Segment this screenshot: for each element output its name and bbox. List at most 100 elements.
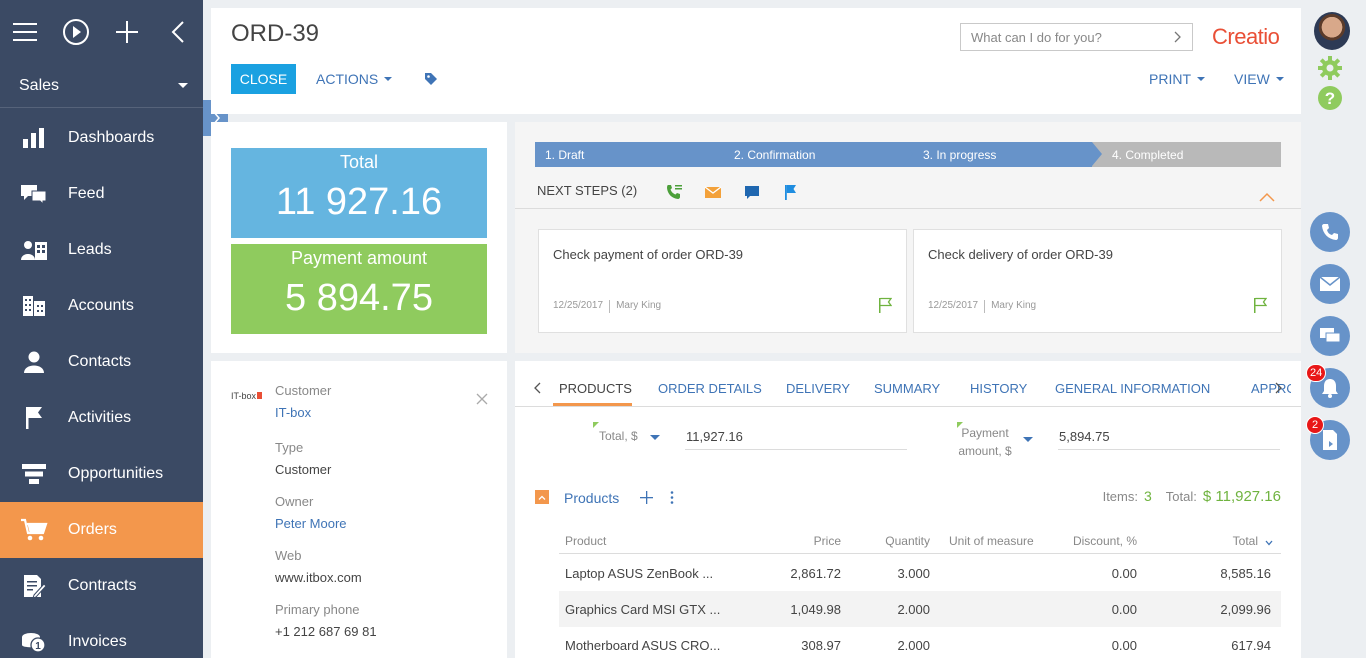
nav-item-orders[interactable]: Orders [0, 502, 203, 558]
nav-item-feed[interactable]: Feed [0, 166, 203, 222]
products-section-title[interactable]: Products [564, 490, 619, 506]
table-cell: 2,861.72 [790, 566, 841, 581]
nav-item-label: Feed [68, 185, 105, 202]
chevron-left-icon[interactable] [533, 382, 541, 394]
task-card[interactable]: Check delivery of order ORD-39 12/25/2017… [913, 229, 1282, 333]
tab-order-details[interactable]: ORDER DETAILS [658, 381, 762, 396]
active-tab-indicator [553, 403, 632, 406]
tab-general-information[interactable]: GENERAL INFORMATION [1055, 381, 1210, 396]
next-steps-label[interactable]: NEXT STEPS (2) [537, 183, 637, 198]
nav-item-label: Dashboards [68, 129, 155, 146]
chevron-right-icon[interactable] [1275, 382, 1283, 394]
task-title[interactable]: Check delivery of order ORD-39 [928, 247, 1113, 262]
table-cell: 2,099.96 [1220, 602, 1271, 617]
plus-icon[interactable] [640, 491, 653, 504]
email-icon[interactable] [704, 183, 722, 201]
customer-card: IT-box Customer IT-box Type Customer Owner Pe… [211, 361, 507, 658]
column-header-total[interactable]: Total [1233, 534, 1258, 548]
field-value: www.itbox.com [275, 570, 362, 585]
actions-button[interactable]: ACTIONS [316, 64, 393, 94]
stage-1[interactable]: 1. Draft [535, 142, 724, 167]
collapse-nav-button[interactable] [152, 0, 203, 64]
task-meta: 12/25/2017 Mary King [553, 300, 661, 313]
field-value[interactable]: IT-box [275, 405, 331, 420]
column-header-discount-[interactable]: Discount, % [1073, 534, 1137, 548]
stage-2[interactable]: 2. Confirmation [714, 142, 913, 167]
sort-desc-icon[interactable] [1265, 534, 1273, 549]
total-sum-value: $ 11,927.16 [1202, 488, 1281, 505]
tab-history[interactable]: HISTORY [970, 381, 1027, 396]
run-process-button[interactable] [51, 0, 102, 64]
orders-icon [0, 502, 68, 558]
task-owner: Mary King [616, 300, 662, 311]
field-type: Type Customer [275, 440, 331, 477]
print-button[interactable]: PRINT [1149, 64, 1205, 94]
tab-products[interactable]: PRODUCTS [559, 381, 632, 396]
feed-message-icon[interactable] [743, 183, 761, 201]
flag-icon[interactable] [1253, 297, 1267, 313]
field-value[interactable]: Peter Moore [275, 516, 347, 531]
task-title[interactable]: Check payment of order ORD-39 [553, 247, 743, 262]
nav-item-activities[interactable]: Activities [0, 390, 203, 446]
close-button[interactable]: CLOSE [231, 64, 296, 94]
view-button[interactable]: VIEW [1234, 64, 1284, 94]
chevron-up-icon[interactable] [1259, 192, 1275, 202]
stage-4[interactable]: 4. Completed [1092, 142, 1281, 167]
chevron-down-icon[interactable] [1023, 437, 1033, 442]
tab-delivery[interactable]: DELIVERY [786, 381, 850, 396]
chevron-down-icon[interactable] [650, 435, 660, 440]
user-avatar[interactable] [1314, 12, 1350, 50]
stage-bar: 1. Draft 2. Confirmation 3. In progress 4. … [535, 142, 1281, 167]
search-input[interactable]: What can I do for you? [960, 23, 1193, 51]
gear-icon[interactable] [1317, 55, 1343, 81]
payment-field-label-line2: amount, $ [958, 444, 1012, 458]
email-button[interactable] [1310, 264, 1350, 304]
field-label: Type [275, 440, 304, 455]
envelope-icon [1319, 276, 1341, 291]
table-cell: 2.000 [897, 602, 930, 617]
stage-3[interactable]: 3. In progress [903, 142, 1102, 167]
column-header-unit-of-measure[interactable]: Unit of measure [949, 534, 1034, 548]
invoices-icon: 1 [0, 614, 68, 658]
collapse-section-button[interactable] [535, 490, 549, 504]
activities-icon [0, 390, 68, 446]
payment-field-value[interactable]: 5,894.75 [1059, 429, 1110, 444]
total-tile: Total 11 927.16 [231, 148, 487, 238]
workspace-selector[interactable]: Sales [0, 64, 203, 108]
table-cell: 617.94 [1231, 638, 1271, 653]
menu-button[interactable] [0, 0, 51, 64]
nav-item-opportunities[interactable]: Opportunities [0, 446, 203, 502]
phone-button[interactable] [1310, 212, 1350, 252]
tab-summary[interactable]: SUMMARY [874, 381, 940, 396]
total-field-value[interactable]: 11,927.16 [686, 429, 743, 444]
column-header-product[interactable]: Product [565, 534, 606, 548]
column-header-quantity[interactable]: Quantity [885, 534, 930, 548]
task-card[interactable]: Check payment of order ORD-39 12/25/2017 M… [538, 229, 907, 333]
field-value: +1 212 687 69 81 [275, 624, 377, 639]
field-customer: Customer IT-box [275, 383, 331, 420]
chat-button[interactable] [1310, 316, 1350, 356]
required-marker-icon [593, 422, 599, 428]
feed-icon [0, 166, 68, 222]
more-options-icon[interactable] [670, 491, 674, 504]
tab-appro[interactable]: APPRO [1251, 381, 1291, 396]
help-icon[interactable]: ? [1317, 85, 1343, 111]
nav-item-dashboards[interactable]: Dashboards [0, 110, 203, 166]
nav-toolbar [0, 0, 203, 64]
flag-icon[interactable] [782, 183, 800, 201]
chevron-left-icon [171, 21, 184, 43]
nav-item-accounts[interactable]: Accounts [0, 278, 203, 334]
nav-item-contacts[interactable]: Contacts [0, 334, 203, 390]
column-header-price[interactable]: Price [814, 534, 841, 548]
nav-item-contracts[interactable]: Contracts [0, 558, 203, 614]
table-cell: Graphics Card MSI GTX ... [565, 602, 721, 617]
flag-icon[interactable] [878, 297, 892, 313]
nav-item-leads[interactable]: Leads [0, 222, 203, 278]
divider [515, 208, 1301, 209]
call-add-icon[interactable] [665, 183, 683, 201]
nav-item-invoices[interactable]: 1 Invoices [0, 614, 203, 658]
tags-button[interactable] [424, 64, 438, 94]
add-button[interactable] [102, 0, 153, 64]
close-icon[interactable] [476, 393, 488, 405]
search-placeholder: What can I do for you? [971, 29, 1102, 45]
